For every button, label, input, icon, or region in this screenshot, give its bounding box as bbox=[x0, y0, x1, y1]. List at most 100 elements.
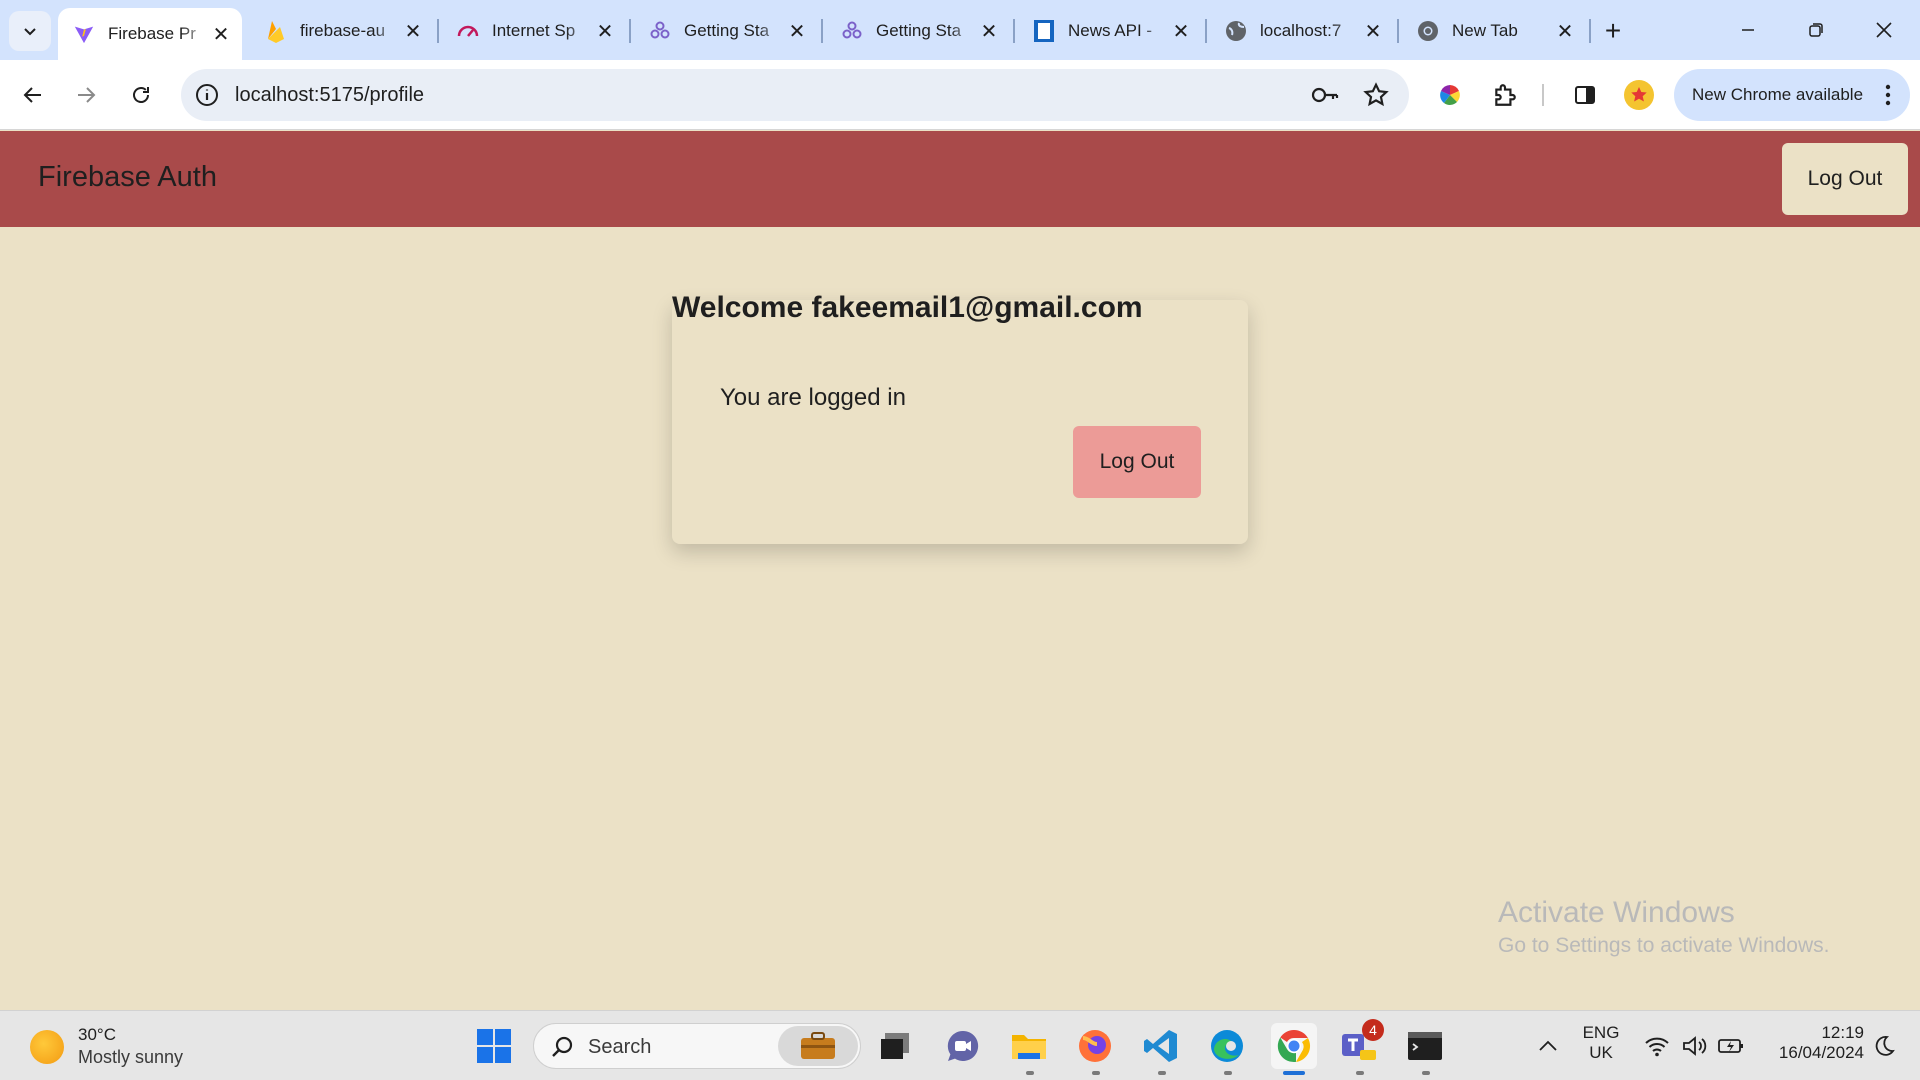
tab-title: Internet Sp bbox=[492, 21, 576, 40]
tab-localhost[interactable]: localhost:7 ✕ bbox=[1210, 10, 1394, 52]
briefcase-icon bbox=[778, 1026, 858, 1066]
tab-title: News API - bbox=[1068, 21, 1153, 40]
tab-separator bbox=[1589, 19, 1591, 43]
close-icon[interactable]: ✕ bbox=[1170, 20, 1192, 43]
back-button[interactable] bbox=[13, 75, 53, 115]
side-panel-button[interactable] bbox=[1565, 75, 1605, 115]
tab-new-tab[interactable]: New Tab ✕ bbox=[1402, 10, 1586, 52]
show-hidden-icons-button[interactable] bbox=[1530, 1025, 1566, 1067]
tab-getting-started-2[interactable]: Getting Sta ✕ bbox=[826, 10, 1010, 52]
tab-title: firebase-au bbox=[300, 21, 386, 40]
brand-title: Firebase Auth bbox=[38, 161, 217, 193]
chevron-up-icon bbox=[1539, 1040, 1557, 1051]
minimize-button[interactable] bbox=[1718, 8, 1778, 52]
tab-search-button[interactable] bbox=[9, 11, 51, 51]
profile-card: You are logged in Log Out bbox=[672, 300, 1248, 544]
key-icon[interactable] bbox=[1311, 83, 1339, 112]
url-text[interactable]: localhost:5175/profile bbox=[235, 84, 424, 107]
star-icon[interactable] bbox=[1363, 82, 1389, 113]
tab-title: New Tab bbox=[1452, 21, 1518, 40]
side-panel-icon bbox=[1575, 86, 1595, 104]
vite-icon bbox=[72, 22, 96, 46]
task-view-icon bbox=[881, 1033, 909, 1059]
chat-icon bbox=[947, 1030, 979, 1061]
vscode-icon bbox=[1144, 1030, 1177, 1062]
watermark-title: Activate Windows bbox=[1498, 896, 1735, 929]
tab-title: Firebase Pr bbox=[108, 24, 196, 43]
firebase-icon bbox=[264, 19, 288, 43]
terminal-button[interactable] bbox=[1404, 1025, 1446, 1067]
chat-app-button[interactable] bbox=[942, 1025, 984, 1067]
reload-button[interactable] bbox=[121, 75, 161, 115]
puzzle-icon bbox=[1495, 84, 1516, 106]
region-code: UK bbox=[1589, 1043, 1613, 1062]
terminal-icon bbox=[1408, 1032, 1442, 1060]
wifi-icon bbox=[1645, 1037, 1669, 1057]
extensions-button[interactable] bbox=[1485, 75, 1525, 115]
edge-icon bbox=[1211, 1030, 1243, 1062]
toolbar-divider bbox=[1542, 84, 1544, 106]
tab-getting-started-1[interactable]: Getting Sta ✕ bbox=[634, 10, 818, 52]
tab-separator bbox=[1205, 19, 1207, 43]
start-button[interactable] bbox=[473, 1025, 515, 1067]
forward-button[interactable] bbox=[66, 75, 106, 115]
tab-news-api[interactable]: News API - ✕ bbox=[1018, 10, 1202, 52]
running-indicator bbox=[1092, 1071, 1100, 1075]
avatar bbox=[1624, 80, 1654, 110]
tab-separator bbox=[1013, 19, 1015, 43]
notification-badge: 4 bbox=[1362, 1019, 1384, 1041]
weather-widget[interactable]: 30°C Mostly sunny bbox=[30, 1025, 183, 1068]
battery-button[interactable] bbox=[1712, 1025, 1750, 1067]
more-vertical-icon[interactable] bbox=[1884, 83, 1892, 112]
activate-windows-watermark: Activate Windows Go to Settings to activ… bbox=[1498, 896, 1830, 958]
profile-button[interactable] bbox=[1619, 75, 1659, 115]
active-app-indicator bbox=[1283, 1071, 1305, 1075]
info-icon[interactable] bbox=[195, 83, 219, 107]
volume-icon bbox=[1683, 1036, 1707, 1056]
language-indicator[interactable]: ENG UK bbox=[1576, 1023, 1626, 1063]
clock-time: 12:19 bbox=[1821, 1023, 1864, 1042]
arrow-right-icon bbox=[78, 87, 96, 103]
chrome-taskbar-button[interactable] bbox=[1271, 1023, 1317, 1069]
teams-button[interactable]: 4 bbox=[1338, 1019, 1384, 1067]
close-icon[interactable]: ✕ bbox=[210, 23, 232, 46]
close-icon[interactable]: ✕ bbox=[786, 20, 808, 43]
running-indicator bbox=[1422, 1071, 1430, 1075]
tab-title: Getting Sta bbox=[876, 21, 962, 40]
notifications-button[interactable] bbox=[1866, 1025, 1902, 1067]
address-bar[interactable]: localhost:5175/profile bbox=[181, 69, 1409, 121]
tab-firebase-project[interactable]: Firebase Pr ✕ bbox=[58, 8, 242, 60]
task-view-button[interactable] bbox=[874, 1025, 916, 1067]
new-tab-button[interactable]: + bbox=[1596, 14, 1630, 48]
volume-button[interactable] bbox=[1676, 1025, 1714, 1067]
close-icon[interactable]: ✕ bbox=[1362, 20, 1384, 43]
close-icon[interactable]: ✕ bbox=[978, 20, 1000, 43]
app-navbar: Firebase Auth Log Out bbox=[0, 131, 1920, 227]
close-icon[interactable]: ✕ bbox=[402, 20, 424, 43]
search-icon bbox=[552, 1036, 573, 1057]
close-icon[interactable]: ✕ bbox=[1554, 20, 1576, 43]
wifi-button[interactable] bbox=[1638, 1025, 1676, 1067]
new-chrome-available-button[interactable]: New Chrome available bbox=[1674, 69, 1910, 121]
card-logout-button[interactable]: Log Out bbox=[1073, 426, 1201, 498]
news-api-icon bbox=[1032, 19, 1056, 43]
battery-charging-icon bbox=[1718, 1039, 1743, 1053]
windows-icon bbox=[477, 1029, 511, 1063]
color-extension-button[interactable] bbox=[1430, 75, 1470, 115]
firefox-icon bbox=[1079, 1030, 1111, 1062]
browser-toolbar: localhost:5175/profile New Chrome availa… bbox=[0, 60, 1920, 130]
edge-button[interactable] bbox=[1206, 1025, 1248, 1067]
login-status-text: You are logged in bbox=[720, 384, 906, 411]
navbar-logout-button[interactable]: Log Out bbox=[1782, 143, 1908, 215]
file-explorer-button[interactable] bbox=[1008, 1025, 1050, 1067]
firefox-button[interactable] bbox=[1074, 1025, 1116, 1067]
tab-firebase-auth-repo[interactable]: firebase-au ✕ bbox=[250, 10, 434, 52]
taskbar-search[interactable]: Search bbox=[533, 1023, 861, 1069]
tab-internet-speed[interactable]: Internet Sp ✕ bbox=[442, 10, 626, 52]
restore-button[interactable] bbox=[1786, 8, 1846, 52]
close-icon[interactable]: ✕ bbox=[594, 20, 616, 43]
close-window-button[interactable] bbox=[1854, 8, 1914, 52]
vscode-button[interactable] bbox=[1140, 1025, 1182, 1067]
clock[interactable]: 12:19 16/04/2024 bbox=[1756, 1023, 1864, 1063]
tab-separator bbox=[821, 19, 823, 43]
